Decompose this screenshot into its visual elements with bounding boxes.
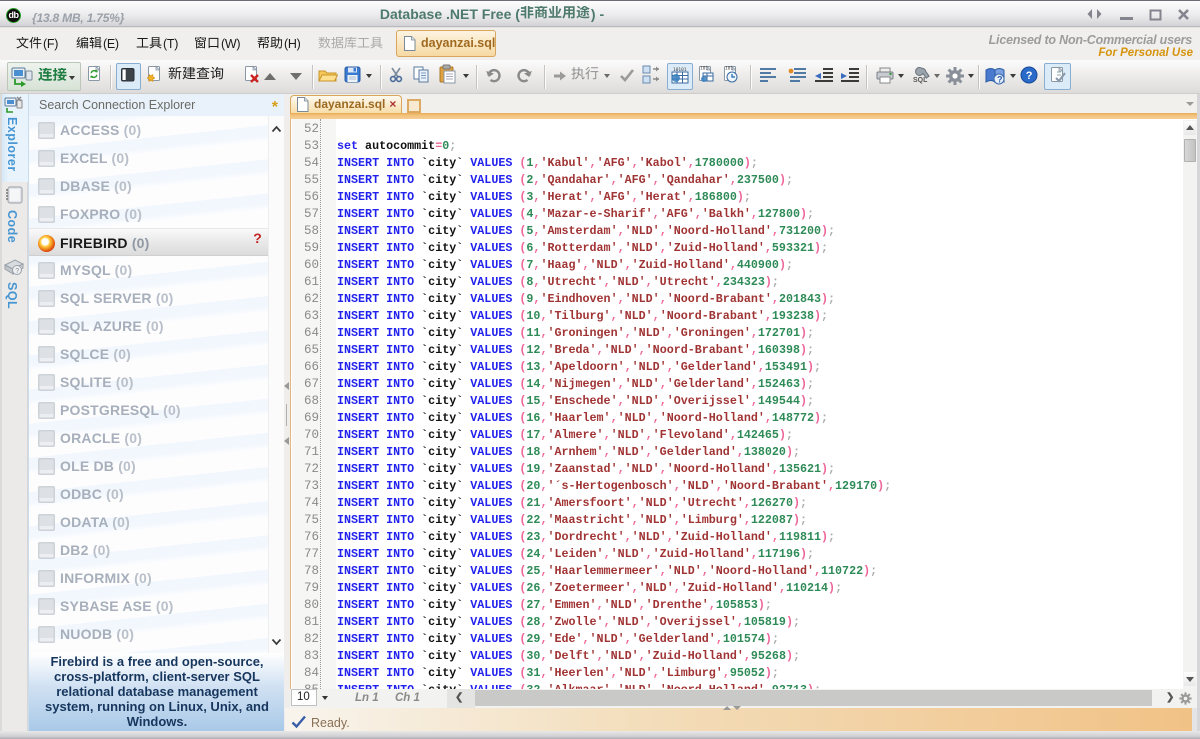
svg-text:101: 101 — [725, 66, 733, 72]
svg-text:?: ? — [15, 268, 19, 275]
svg-text:101: 101 — [700, 66, 708, 72]
svg-text:?: ? — [1026, 70, 1033, 82]
svg-text:?: ? — [997, 75, 1003, 85]
svg-text:SQL: SQL — [913, 77, 928, 84]
